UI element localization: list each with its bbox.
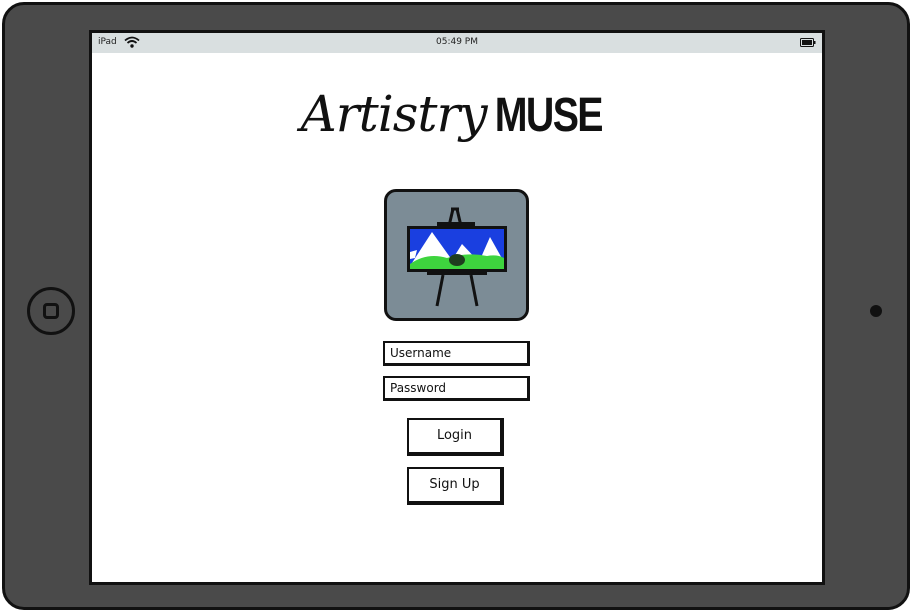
login-button[interactable]: Login xyxy=(407,418,504,456)
camera-dot xyxy=(870,305,882,317)
easel-painting-icon xyxy=(407,207,507,307)
app-title-script: Artistry xyxy=(300,85,488,143)
screen: iPad 05:49 PM Artistry MUSE Username Log… xyxy=(89,30,825,585)
app-title-bold: MUSE xyxy=(494,89,603,142)
username-field[interactable] xyxy=(383,341,530,366)
status-time: 05:49 PM xyxy=(436,37,478,47)
home-button[interactable] xyxy=(27,287,75,335)
sign-up-button[interactable]: Sign Up xyxy=(407,467,504,505)
app-logo xyxy=(384,189,529,321)
battery-icon xyxy=(800,38,816,47)
home-button-icon xyxy=(43,303,59,319)
password-field[interactable] xyxy=(383,376,530,401)
status-bar: iPad 05:49 PM xyxy=(92,33,822,53)
app-title: Artistry MUSE xyxy=(92,85,822,143)
